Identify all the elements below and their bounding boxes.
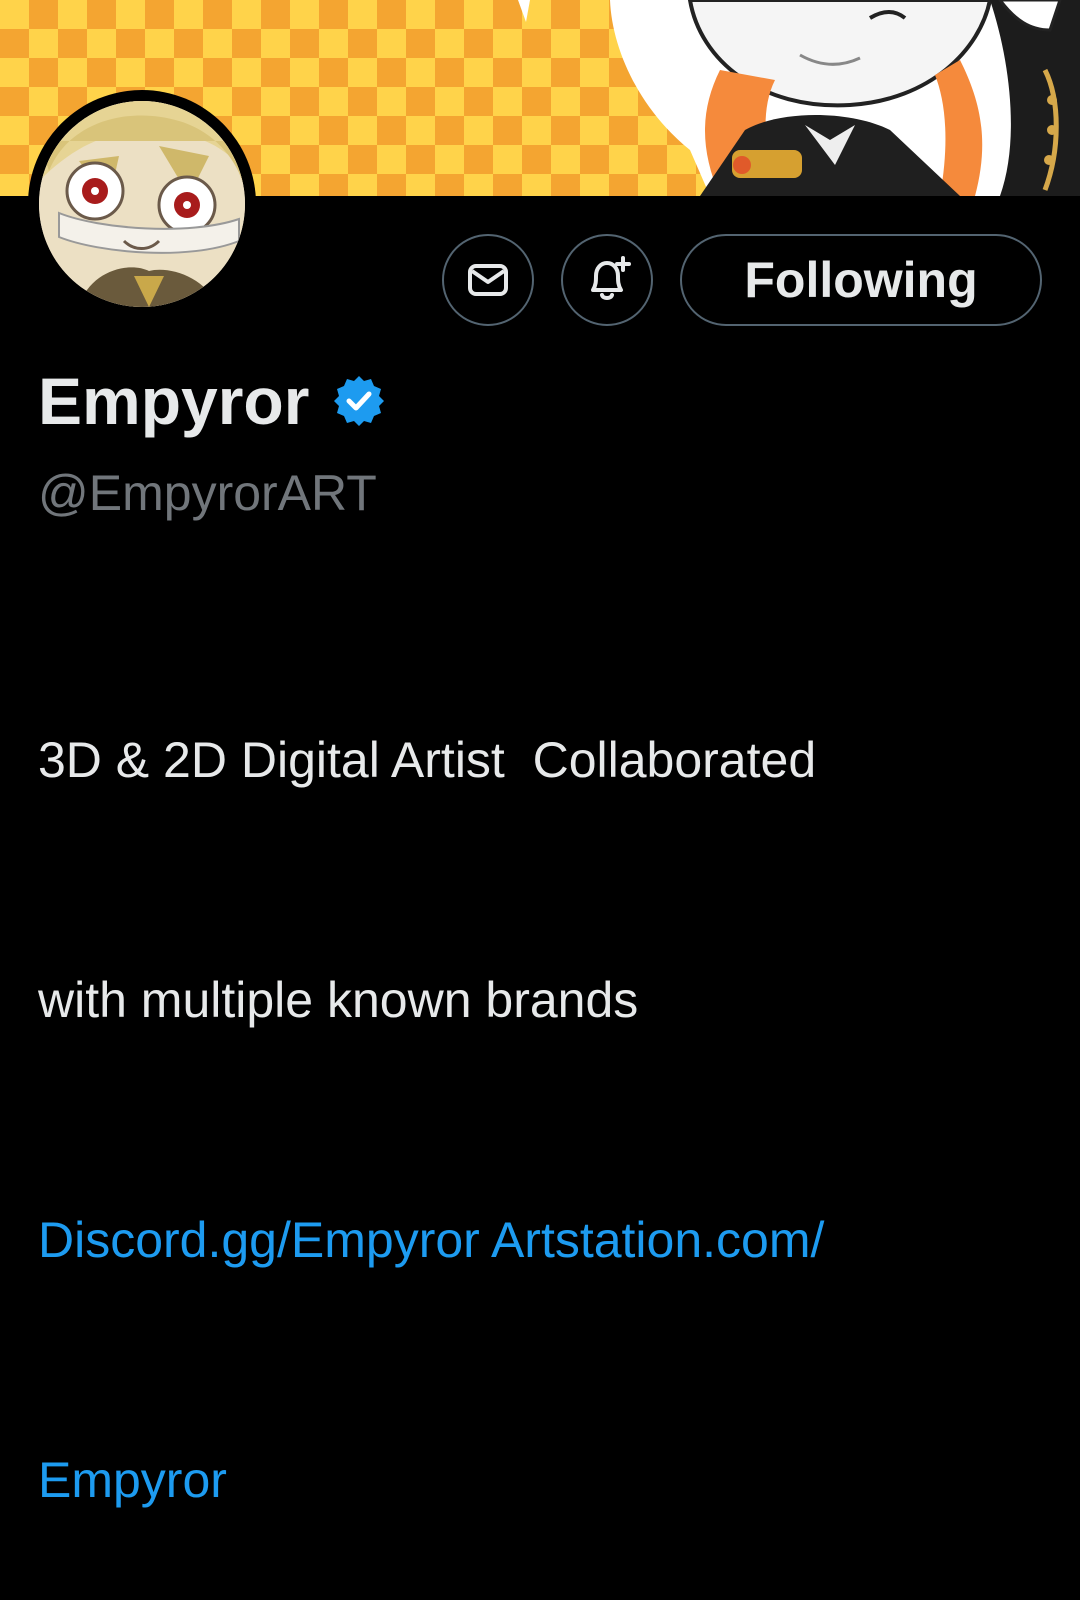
profile-avatar[interactable] <box>28 90 256 318</box>
bio-line: with multiple known brands <box>38 972 639 1028</box>
following-button[interactable]: Following <box>680 234 1042 326</box>
artstation-link-cont[interactable]: Empyror <box>38 1452 227 1508</box>
notifications-button[interactable] <box>561 234 653 326</box>
verified-badge-icon[interactable] <box>331 373 387 429</box>
bio-links-line-cont: Empyror <box>38 1440 1058 1520</box>
profile-bio: 3D & 2D Digital Artist Collaborated with… <box>38 560 1058 1600</box>
discord-link[interactable]: Discord.gg/Empyror <box>38 1212 480 1268</box>
artstation-link[interactable]: Artstation.com/ <box>491 1212 824 1268</box>
bio-links-line: Discord.gg/Empyror Artstation.com/ <box>38 1200 1058 1280</box>
envelope-icon <box>468 264 508 296</box>
display-name: Empyror <box>38 364 310 438</box>
user-handle: @EmpyrorART <box>38 465 377 521</box>
name-row: Empyror <box>38 356 387 446</box>
message-button[interactable] <box>442 234 534 326</box>
avatar-image <box>39 101 245 307</box>
bio-line: 3D & 2D Digital Artist Collaborated <box>38 732 817 788</box>
bell-plus-icon <box>591 256 631 300</box>
